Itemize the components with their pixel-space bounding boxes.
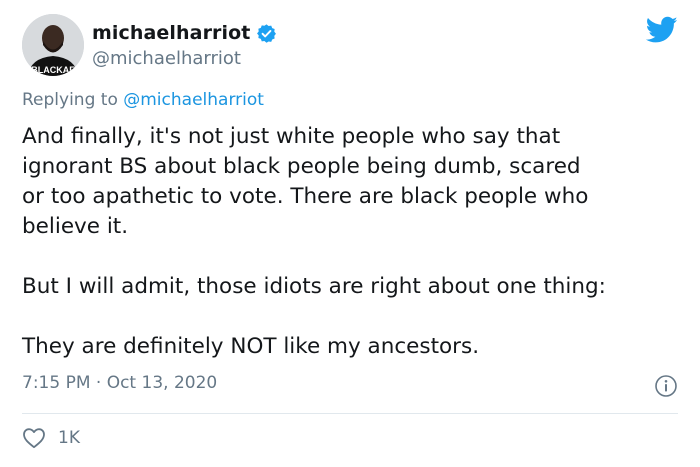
tweet-timestamp[interactable]: 7:15 PM · Oct 13, 2020: [22, 373, 217, 393]
verified-badge-icon: [256, 23, 277, 44]
tweet-header: BLACKAF michaelharriot @michaelharriot: [22, 14, 678, 78]
author-handle[interactable]: @michaelharriot: [92, 48, 277, 72]
embedded-tweet: BLACKAF michaelharriot @michaelharriot R…: [0, 0, 700, 467]
avatar-image: BLACKAF: [22, 14, 84, 76]
tweet-actions: 1K: [22, 427, 80, 449]
avatar[interactable]: BLACKAF: [22, 14, 84, 76]
display-name[interactable]: michaelharriot: [92, 22, 250, 44]
heart-icon[interactable]: [22, 427, 46, 449]
like-count[interactable]: 1K: [58, 428, 80, 448]
twitter-bird-icon[interactable]: [645, 16, 678, 44]
author-names: michaelharriot @michaelharriot: [92, 20, 277, 72]
reply-mention-link[interactable]: @michaelharriot: [123, 90, 264, 110]
replying-to: Replying to @michaelharriot: [22, 90, 264, 110]
tweet-text: And finally, it's not just white people …: [22, 124, 606, 359]
divider: [22, 413, 678, 414]
replying-to-label: Replying to: [22, 90, 124, 110]
info-icon[interactable]: [654, 374, 678, 398]
avatar-badge-text: BLACKAF: [31, 65, 75, 75]
display-name-row: michaelharriot: [92, 20, 277, 46]
